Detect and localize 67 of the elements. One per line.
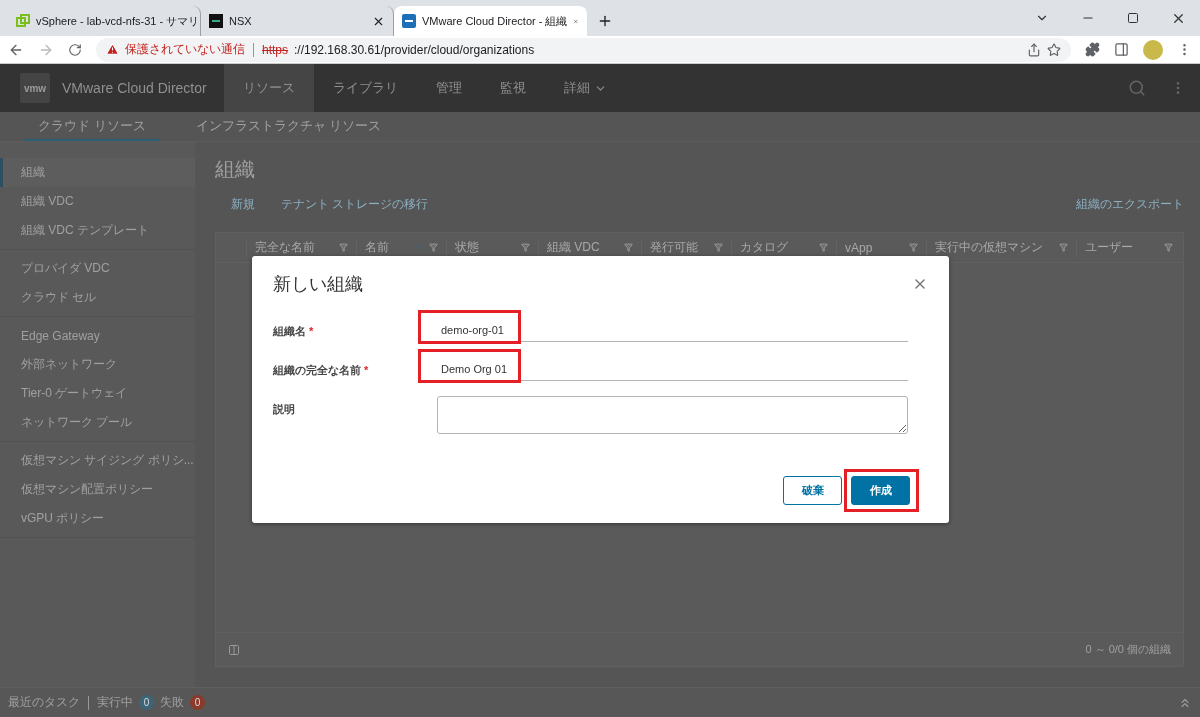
security-warning[interactable]: 保護されていない通信 <box>125 41 245 58</box>
warning-icon <box>106 43 119 56</box>
field-label: 組織の完全な名前 * <box>273 363 370 378</box>
pagination-text: 0 ～ 0/0 個の組織 <box>1085 642 1171 657</box>
url-text: ://192.168.30.61/provider/cloud/organizations <box>294 42 536 57</box>
nav-tab[interactable]: 管理 <box>417 64 481 112</box>
address-bar[interactable]: 保護されていない通信 https ://192.168.30.61/provider/cloud/organizations <box>96 37 1071 62</box>
nsx-icon <box>209 14 223 28</box>
columns-icon[interactable] <box>228 643 240 656</box>
sidebar-item[interactable]: Tier-0 ゲートウェイ <box>0 379 195 408</box>
nav-tab[interactable]: ライブラリ <box>314 64 417 112</box>
dialog-title: 新しい組織 <box>273 273 363 296</box>
create-button[interactable]: 作成 <box>851 476 910 505</box>
star-icon[interactable] <box>1047 42 1061 57</box>
page-title: 組織 <box>215 157 256 182</box>
filter-icon[interactable] <box>1164 243 1173 252</box>
discard-button[interactable]: 破棄 <box>783 476 842 505</box>
avatar[interactable] <box>1143 39 1163 60</box>
sidebar-item[interactable]: ネットワーク プール <box>0 408 195 437</box>
input-field[interactable]: Demo Org 01 <box>437 357 908 381</box>
sidebar-item[interactable]: 仮想マシン サイジング ポリシ... <box>0 446 195 475</box>
failed-count: 0 <box>190 695 205 710</box>
product-name: VMware Cloud Director <box>62 80 207 96</box>
sidebar-item[interactable]: 組織 VDC テンプレート <box>0 216 195 245</box>
sidebar-item[interactable]: 外部ネットワーク <box>0 350 195 379</box>
sidebar-item[interactable]: vGPU ポリシー <box>0 504 195 533</box>
action-link[interactable]: 新規 <box>231 195 255 213</box>
vmware-icon <box>402 14 416 28</box>
sidebar-item[interactable]: 組織 VDC <box>0 187 195 216</box>
action-link[interactable]: テナント ストレージの移行 <box>281 195 429 213</box>
logo: vmw <box>20 73 50 103</box>
failed-label: 失敗 <box>160 694 184 711</box>
new-tab-icon[interactable] <box>597 13 613 29</box>
column-header[interactable]: ユーザー <box>1076 238 1181 257</box>
vsphere-icon <box>16 14 30 28</box>
filter-icon[interactable] <box>429 243 438 252</box>
browser-tab[interactable]: VMware Cloud Director - 組織 <box>394 6 587 36</box>
field-label: 組織名 * <box>273 324 315 339</box>
url-scheme: https <box>262 42 288 57</box>
filter-icon[interactable] <box>819 243 828 252</box>
filter-icon[interactable] <box>624 243 633 252</box>
filter-icon[interactable] <box>339 243 348 252</box>
tasks-label[interactable]: 最近のタスク <box>8 694 80 711</box>
filter-icon[interactable] <box>909 243 918 252</box>
sidebar-item[interactable]: 仮想マシン配置ポリシー <box>0 475 195 504</box>
field-label: 説明 <box>273 402 296 417</box>
sidebar-item[interactable]: クラウド セル <box>0 283 195 312</box>
extensions-icon[interactable] <box>1085 42 1100 57</box>
filter-icon[interactable] <box>521 243 530 252</box>
search-icon[interactable] <box>1128 79 1146 97</box>
filter-icon[interactable] <box>714 243 723 252</box>
filter-icon[interactable] <box>1059 243 1068 252</box>
side-panel-icon[interactable] <box>1114 42 1129 57</box>
share-icon[interactable] <box>1027 42 1041 57</box>
export-link[interactable]: 組織のエクスポート <box>1076 195 1184 213</box>
nav-tab[interactable]: 詳細 <box>545 64 626 112</box>
nav-tab[interactable]: リソース <box>224 64 314 112</box>
running-label: 実行中 <box>97 694 133 711</box>
maximize-icon[interactable] <box>1127 12 1139 24</box>
running-count: 0 <box>139 695 154 710</box>
input-field[interactable]: demo-org-01 <box>437 318 908 342</box>
sub-tab[interactable]: インフラストラクチャ リソース <box>181 112 396 141</box>
sidebar-item[interactable]: Edge Gateway <box>0 321 195 350</box>
sidebar-item[interactable]: 組織 <box>0 158 195 187</box>
nav-tab[interactable]: 監視 <box>481 64 545 112</box>
description-field[interactable] <box>437 396 908 434</box>
reload-icon[interactable] <box>68 42 82 57</box>
